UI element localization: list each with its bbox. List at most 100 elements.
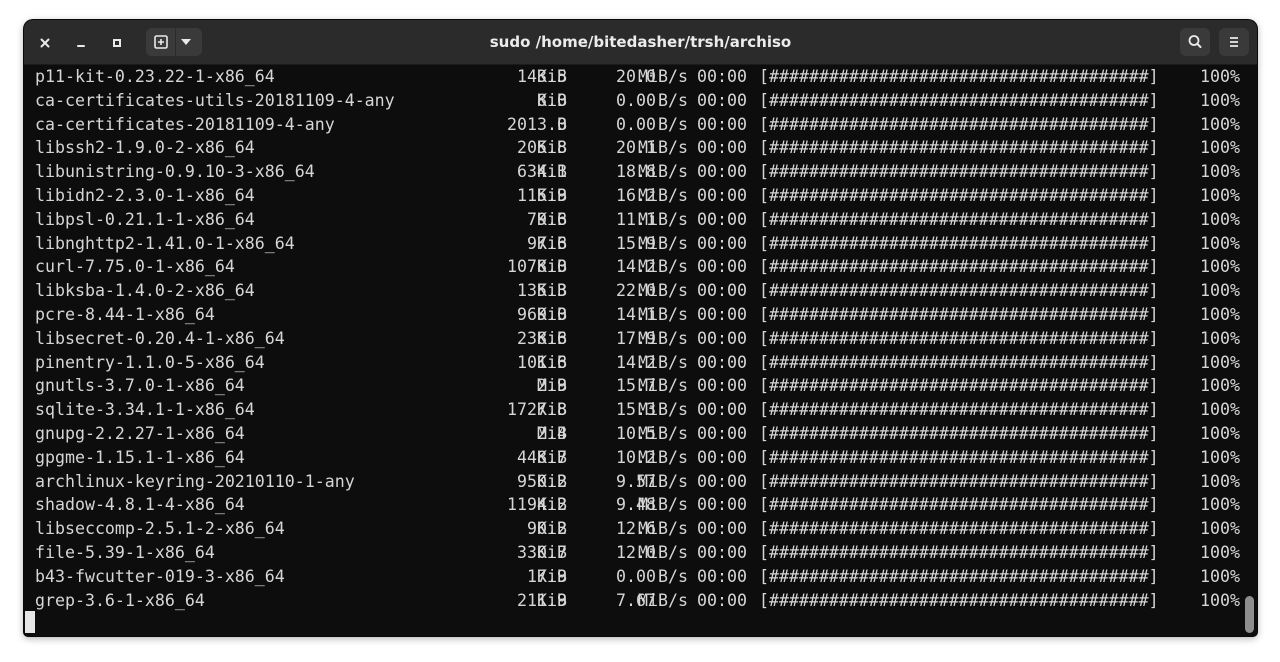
progress-percent: 100% xyxy=(1200,447,1240,467)
package-name: gpgme-1.15.1-1-x86_64 xyxy=(35,447,245,467)
elapsed-time: 00:00 xyxy=(697,542,747,562)
package-name: archlinux-keyring-20210110-1-any xyxy=(35,471,355,491)
title-bar[interactable]: sudo /home/bitedasher/trsh/archiso xyxy=(24,20,1257,65)
progress-bar: [######################################] xyxy=(759,566,1159,586)
progress-percent: 100% xyxy=(1200,423,1240,443)
size-unit: KiB xyxy=(537,90,567,110)
package-name: ca-certificates-20181109-4-any xyxy=(35,114,335,134)
search-icon xyxy=(1188,35,1202,48)
scrollbar-thumb[interactable] xyxy=(1245,596,1254,633)
elapsed-time: 00:00 xyxy=(697,162,747,182)
size-unit: KiB xyxy=(537,447,567,467)
size-unit: KiB xyxy=(537,138,567,158)
terminal-cursor xyxy=(25,611,35,633)
progress-bar: [######################################] xyxy=(759,328,1159,348)
elapsed-time: 00:00 xyxy=(697,471,747,491)
size-unit: KiB xyxy=(537,304,567,324)
progress-percent: 100% xyxy=(1200,281,1240,301)
terminal-line: libnghttp2-1.41.0-1-x86_64 97.6 KiB 15.9 MiB… xyxy=(35,232,1240,256)
rate-unit: B/s xyxy=(658,114,688,134)
search-button[interactable] xyxy=(1180,28,1210,56)
size-unit: KiB xyxy=(537,185,567,205)
size-unit: KiB xyxy=(537,328,567,348)
progress-bar: [######################################] xyxy=(759,67,1159,86)
size-unit: KiB xyxy=(537,352,567,372)
progress-percent: 100% xyxy=(1200,138,1240,158)
rate-unit: MiB/s xyxy=(638,376,688,396)
rate-unit: MiB/s xyxy=(638,185,688,205)
rate-unit: MiB/s xyxy=(638,423,688,443)
progress-bar: [######################################] xyxy=(759,423,1159,443)
rate-unit: MiB/s xyxy=(638,67,688,86)
progress-percent: 100% xyxy=(1200,257,1240,277)
terminal-line: ca-certificates-20181109-4-any 2013.0 B 0.0… xyxy=(35,113,1240,137)
progress-percent: 100% xyxy=(1200,471,1240,491)
rate-unit: MiB/s xyxy=(638,590,688,610)
rate-unit: MiB/s xyxy=(638,233,688,253)
close-button[interactable] xyxy=(33,31,57,55)
elapsed-time: 00:00 xyxy=(697,185,747,205)
elapsed-time: 00:00 xyxy=(697,281,747,301)
package-name: curl-7.75.0-1-x86_64 xyxy=(35,257,235,277)
elapsed-time: 00:00 xyxy=(697,352,747,372)
terminal-output[interactable]: p11-kit-0.23.22-1-x86_64 143.5 KiB 20.0 MiB/… xyxy=(35,65,1240,613)
minimize-icon xyxy=(77,45,85,47)
package-name: libidn2-2.3.0-1-x86_64 xyxy=(35,185,255,205)
minimize-button[interactable] xyxy=(69,31,93,55)
progress-bar: [######################################] xyxy=(759,400,1159,420)
rate-unit: MiB/s xyxy=(638,257,688,277)
rate-unit: B/s xyxy=(658,90,688,110)
elapsed-time: 00:00 xyxy=(697,590,747,610)
progress-percent: 100% xyxy=(1200,233,1240,253)
terminal-line: p11-kit-0.23.22-1-x86_64 143.5 KiB 20.0 MiB/… xyxy=(35,65,1240,89)
size-unit: KiB xyxy=(537,471,567,491)
progress-bar: [######################################] xyxy=(759,114,1159,134)
rate-unit: MiB/s xyxy=(638,495,688,515)
package-name: libunistring-0.9.10-3-x86_64 xyxy=(35,162,315,182)
elapsed-time: 00:00 xyxy=(697,376,747,396)
maximize-icon xyxy=(113,39,121,47)
package-name: sqlite-3.34.1-1-x86_64 xyxy=(35,400,255,420)
new-tab-button-group[interactable] xyxy=(146,28,202,56)
progress-percent: 100% xyxy=(1200,162,1240,182)
progress-percent: 100% xyxy=(1200,400,1240,420)
progress-percent: 100% xyxy=(1200,90,1240,110)
progress-bar: [######################################] xyxy=(759,304,1159,324)
elapsed-time: 00:00 xyxy=(697,257,747,277)
size-unit: KiB xyxy=(537,281,567,301)
progress-percent: 100% xyxy=(1200,376,1240,396)
terminal-line: shadow-4.8.1-4-x86_64 1194.2 KiB 9.48 MiB/s 0… xyxy=(35,493,1240,517)
terminal-line: sqlite-3.34.1-1-x86_64 1727.8 KiB 15.3 MiB/s… xyxy=(35,398,1240,422)
rate-unit: MiB/s xyxy=(638,519,688,539)
chevron-down-icon[interactable] xyxy=(181,39,191,45)
elapsed-time: 00:00 xyxy=(697,90,747,110)
new-tab-icon[interactable] xyxy=(154,35,168,49)
progress-bar: [######################################] xyxy=(759,162,1159,182)
terminal-line: archlinux-keyring-20210110-1-any 950.2 KiB… xyxy=(35,470,1240,494)
rate-unit: MiB/s xyxy=(638,162,688,182)
menu-button[interactable] xyxy=(1219,28,1249,56)
terminal-line: libunistring-0.9.10-3-x86_64 634.1 KiB 18.8… xyxy=(35,160,1240,184)
rate-unit: MiB/s xyxy=(638,328,688,348)
elapsed-time: 00:00 xyxy=(697,304,747,324)
progress-percent: 100% xyxy=(1200,185,1240,205)
package-name: gnutls-3.7.0-1-x86_64 xyxy=(35,376,245,396)
terminal-line: libpsl-0.21.1-1-x86_64 79.6 KiB 11.1 MiB/s 00… xyxy=(35,208,1240,232)
terminal-line: libidn2-2.3.0-1-x86_64 115.9 KiB 16.2 MiB/s 0… xyxy=(35,184,1240,208)
progress-bar: [######################################] xyxy=(759,209,1159,229)
progress-bar: [######################################] xyxy=(759,90,1159,110)
rate-unit: B/s xyxy=(658,566,688,586)
progress-percent: 100% xyxy=(1200,114,1240,134)
package-name: libpsl-0.21.1-1-x86_64 xyxy=(35,209,255,229)
size-unit: KiB xyxy=(537,162,567,182)
elapsed-time: 00:00 xyxy=(697,519,747,539)
rate-unit: MiB/s xyxy=(638,209,688,229)
progress-bar: [######################################] xyxy=(759,542,1159,562)
progress-bar: [######################################] xyxy=(759,138,1159,158)
package-name: libnghttp2-1.41.0-1-x86_64 xyxy=(35,233,295,253)
terminal-line: grep-3.6-1-x86_64 211.9 KiB 7.67 MiB/s 00:00[… xyxy=(35,589,1240,613)
maximize-button[interactable] xyxy=(105,31,129,55)
window-title: sudo /home/bitedasher/trsh/archiso xyxy=(489,33,792,51)
terminal-line: gpgme-1.15.1-1-x86_64 448.7 KiB 10.2 MiB/s 00… xyxy=(35,446,1240,470)
progress-percent: 100% xyxy=(1200,304,1240,324)
